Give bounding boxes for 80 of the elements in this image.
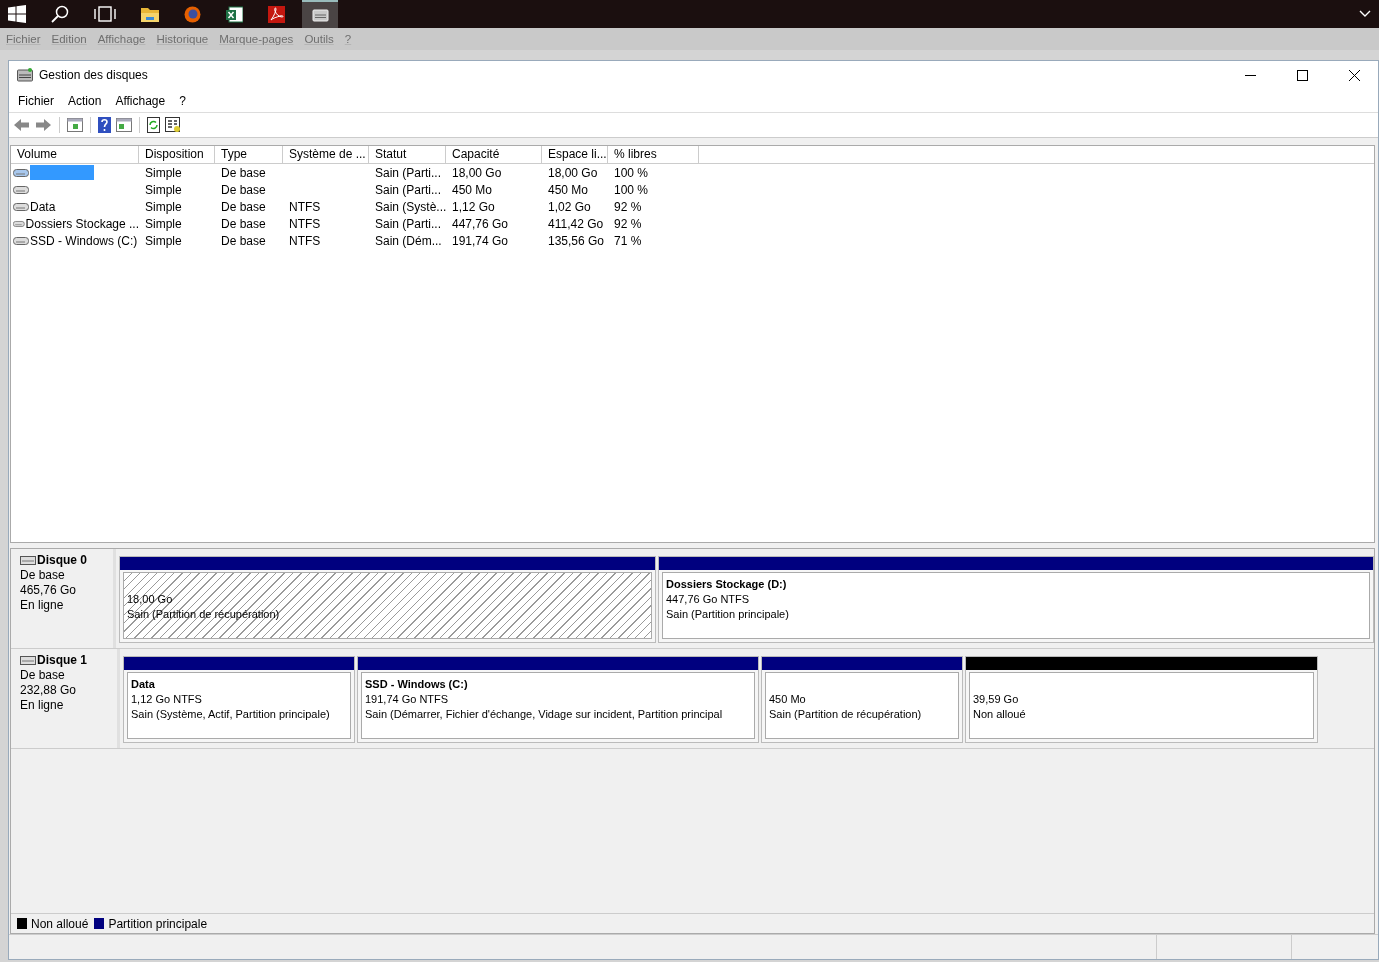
table-cell: NTFS <box>289 199 321 214</box>
table-cell: Sain (Parti... <box>375 165 442 180</box>
panel-icon[interactable] <box>116 118 132 132</box>
table-cell: 100 % <box>614 165 649 180</box>
partition-block[interactable]: 450 Mo Sain (Partition de récupération) <box>761 656 963 743</box>
column-header[interactable]: Volume <box>11 146 139 163</box>
table-cell: Sain (Dém... <box>375 233 442 248</box>
partition-block[interactable]: 18,00 Go Sain (Partition de récupération) <box>119 556 656 643</box>
column-header[interactable]: Système de ... <box>283 146 369 163</box>
table-cell: 18,00 Go <box>548 165 598 180</box>
table-cell: Simple <box>145 165 182 180</box>
partition-block[interactable]: Dossiers Stockage (D:) 447,76 Go NTFS Sain (Partition principale) <box>658 556 1374 643</box>
disk-name: Disque 1 <box>37 653 87 668</box>
partition-block[interactable]: SSD - Windows (C:) 191,74 Go NTFS Sain (Démarrer, Fichier d'échange, Vidage sur incident, Partition principal <box>357 656 759 743</box>
table-cell: 71 % <box>614 233 642 248</box>
table-cell: Sain (Parti... <box>375 216 442 231</box>
table-cell: Data <box>30 199 56 214</box>
table-cell: Dossiers Stockage ... <box>25 216 139 231</box>
disk-name: Disque 0 <box>37 553 87 568</box>
table-cell: 135,56 Go <box>548 233 605 248</box>
table-cell: 191,74 Go <box>452 233 509 248</box>
table-cell: 450 Mo <box>548 182 589 197</box>
taskbar-app-button[interactable] <box>302 0 338 28</box>
properties-icon[interactable] <box>165 117 181 133</box>
disk-drive-icon <box>311 7 329 23</box>
maximize-icon[interactable] <box>1297 69 1308 81</box>
disk-drive-icon <box>17 68 33 82</box>
table-cell: SSD - Windows (C:) <box>30 233 138 248</box>
column-header[interactable]: Type <box>215 146 283 163</box>
close-icon[interactable] <box>1349 69 1360 81</box>
menu-item[interactable]: ? <box>179 93 186 108</box>
disk-type: De base <box>20 668 66 683</box>
column-header[interactable]: Disposition <box>139 146 215 163</box>
disk-type: De base <box>20 568 66 583</box>
back-arrow-icon[interactable] <box>13 118 30 132</box>
legend-label: Partition principale <box>108 916 208 931</box>
chevron-down-icon[interactable] <box>1359 10 1371 18</box>
column-header[interactable]: % libres <box>608 146 699 163</box>
table-cell: De base <box>221 233 266 248</box>
table-cell: Simple <box>145 233 182 248</box>
refresh-icon[interactable] <box>147 117 160 133</box>
disk-size: 232,88 Go <box>20 683 78 698</box>
disk-status: En ligne <box>20 598 65 613</box>
table-cell: De base <box>221 199 266 214</box>
forward-arrow-icon[interactable] <box>35 118 52 132</box>
table-cell: 1,12 Go <box>452 199 495 214</box>
disk-drive-icon <box>20 556 36 565</box>
disk-status: En ligne <box>20 698 65 713</box>
partition-block[interactable]: 39,59 Go Non alloué <box>965 656 1318 743</box>
disk-size: 465,76 Go <box>20 583 78 598</box>
table-cell: 92 % <box>614 216 642 231</box>
disk-drive-icon <box>20 656 36 665</box>
table-cell: De base <box>221 165 266 180</box>
table-cell: 1,02 Go <box>548 199 591 214</box>
legend-label: Non alloué <box>31 916 89 931</box>
table-cell: De base <box>221 216 266 231</box>
table-cell: Simple <box>145 216 182 231</box>
table-cell: 18,00 Go <box>452 165 502 180</box>
panel-icon[interactable] <box>67 118 83 132</box>
table-cell: NTFS <box>289 233 321 248</box>
table-cell: 447,76 Go <box>452 216 509 231</box>
partition-block[interactable]: Data 1,12 Go NTFS Sain (Système, Actif, Partition principale) <box>123 656 355 743</box>
table-cell: Sain (Parti... <box>375 182 442 197</box>
table-cell: 411,42 Go <box>548 216 604 231</box>
table-cell: NTFS <box>289 216 321 231</box>
table-cell: 92 % <box>614 199 642 214</box>
menu-item[interactable]: Action <box>68 93 102 108</box>
table-cell: Simple <box>145 199 182 214</box>
menu-item[interactable]: Affichage <box>115 93 166 108</box>
table-cell: Sain (Systè... <box>375 199 447 214</box>
column-header[interactable]: Capacité <box>446 146 542 163</box>
table-cell: Simple <box>145 182 182 197</box>
table-cell: 100 % <box>614 182 649 197</box>
column-header[interactable]: Statut <box>369 146 446 163</box>
menu-item[interactable]: Fichier <box>18 93 54 108</box>
window-title: Gestion des disques <box>39 68 148 82</box>
table-cell: 450 Mo <box>452 182 493 197</box>
table-cell: De base <box>221 182 266 197</box>
column-header[interactable]: Espace li... <box>542 146 608 163</box>
help-icon[interactable] <box>98 117 111 133</box>
